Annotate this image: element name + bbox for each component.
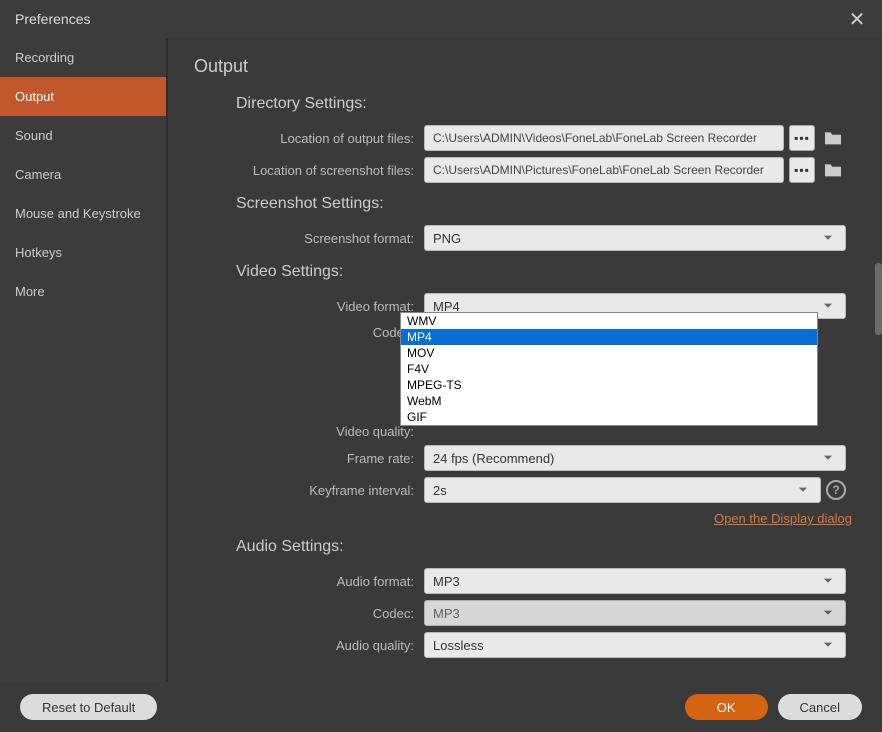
frame-rate-value: 24 fps (Recommend): [433, 451, 554, 466]
screenshot-format-value: PNG: [433, 231, 461, 246]
sidebar-item-sound[interactable]: Sound: [0, 116, 166, 155]
sidebar-item-output[interactable]: Output: [0, 77, 166, 116]
keyframe-interval-select[interactable]: 2s: [424, 477, 821, 503]
keyframe-interval-value: 2s: [433, 483, 447, 498]
display-dialog-link-row: Open the Display dialog: [194, 511, 882, 526]
dropdown-item-wmv[interactable]: WMV: [401, 313, 817, 329]
dropdown-item-mov[interactable]: MOV: [401, 345, 817, 361]
screenshot-path-label: Location of screenshot files:: [194, 163, 424, 178]
frame-rate-label: Frame rate:: [194, 451, 424, 466]
row-frame-rate: Frame rate: 24 fps (Recommend): [194, 445, 882, 471]
chevron-down-icon: [819, 451, 837, 465]
close-icon[interactable]: ✕: [847, 7, 867, 32]
browse-output-path-button[interactable]: ▪▪▪: [789, 125, 815, 151]
audio-codec-select[interactable]: MP3: [424, 600, 846, 626]
sidebar-item-hotkeys[interactable]: Hotkeys: [0, 233, 166, 272]
cancel-button[interactable]: Cancel: [778, 694, 862, 720]
audio-quality-select[interactable]: Lossless: [424, 632, 846, 658]
sidebar-item-more[interactable]: More: [0, 272, 166, 311]
folder-icon: [823, 130, 843, 146]
dropdown-item-gif[interactable]: GIF: [401, 409, 817, 425]
section-screenshot-title: Screenshot Settings:: [236, 195, 882, 213]
audio-quality-value: Lossless: [433, 638, 484, 653]
row-audio-format: Audio format: MP3: [194, 568, 882, 594]
audio-format-label: Audio format:: [194, 574, 424, 589]
open-output-folder-button[interactable]: [820, 125, 846, 151]
sidebar-item-label: Camera: [15, 167, 61, 182]
row-keyframe-interval: Keyframe interval: 2s ?: [194, 477, 882, 503]
scrollbar-thumb[interactable]: [875, 263, 882, 335]
dropdown-item-mpegts[interactable]: MPEG-TS: [401, 377, 817, 393]
page-title: Output: [194, 56, 882, 77]
chevron-down-icon: [819, 231, 837, 245]
section-directory-title: Directory Settings:: [236, 95, 882, 113]
video-format-label: Video format:: [194, 299, 424, 314]
chevron-down-icon: [819, 606, 837, 620]
screenshot-path-input[interactable]: C:\Users\ADMIN\Pictures\FoneLab\FoneLab …: [424, 157, 784, 183]
main-area: Recording Output Sound Camera Mouse and …: [0, 38, 882, 682]
chevron-down-icon: [819, 299, 837, 313]
window-title: Preferences: [15, 11, 90, 27]
sidebar-item-label: Mouse and Keystroke: [15, 206, 141, 221]
sidebar-item-label: Hotkeys: [15, 245, 62, 260]
open-display-dialog-link[interactable]: Open the Display dialog: [714, 511, 852, 526]
chevron-down-icon: [819, 574, 837, 588]
help-icon[interactable]: ?: [826, 480, 846, 500]
screenshot-format-select[interactable]: PNG: [424, 225, 846, 251]
row-screenshot-format: Screenshot format: PNG: [194, 225, 882, 251]
screenshot-format-label: Screenshot format:: [194, 231, 424, 246]
sidebar-item-label: Recording: [15, 50, 74, 65]
video-format-dropdown[interactable]: WMV MP4 MOV F4V MPEG-TS WebM GIF: [400, 312, 818, 426]
dropdown-item-webm[interactable]: WebM: [401, 393, 817, 409]
chevron-down-icon: [819, 638, 837, 652]
sidebar-item-camera[interactable]: Camera: [0, 155, 166, 194]
video-codec-label: Codec:: [194, 325, 424, 340]
section-audio-title: Audio Settings:: [236, 538, 882, 556]
sidebar: Recording Output Sound Camera Mouse and …: [0, 38, 168, 682]
sidebar-item-label: Sound: [15, 128, 53, 143]
row-video-quality: Video quality:: [194, 424, 882, 439]
folder-icon: [823, 162, 843, 178]
audio-format-select[interactable]: MP3: [424, 568, 846, 594]
keyframe-interval-label: Keyframe interval:: [194, 483, 424, 498]
browse-screenshot-path-button[interactable]: ▪▪▪: [789, 157, 815, 183]
dropdown-item-f4v[interactable]: F4V: [401, 361, 817, 377]
audio-codec-value: MP3: [433, 606, 460, 621]
audio-quality-label: Audio quality:: [194, 638, 424, 653]
sidebar-item-label: Output: [15, 89, 54, 104]
audio-codec-label: Codec:: [194, 606, 424, 621]
row-screenshot-path: Location of screenshot files: C:\Users\A…: [194, 157, 882, 183]
row-output-path: Location of output files: C:\Users\ADMIN…: [194, 125, 882, 151]
ok-button[interactable]: OK: [685, 694, 768, 720]
section-video-title: Video Settings:: [236, 263, 882, 281]
sidebar-item-recording[interactable]: Recording: [0, 38, 166, 77]
output-path-label: Location of output files:: [194, 131, 424, 146]
frame-rate-select[interactable]: 24 fps (Recommend): [424, 445, 846, 471]
row-audio-codec: Codec: MP3: [194, 600, 882, 626]
audio-format-value: MP3: [433, 574, 460, 589]
sidebar-item-mouse-keystroke[interactable]: Mouse and Keystroke: [0, 194, 166, 233]
reset-to-default-button[interactable]: Reset to Default: [20, 694, 157, 720]
titlebar: Preferences ✕: [0, 0, 882, 38]
footer: Reset to Default OK Cancel: [0, 682, 882, 732]
content-panel: Output Directory Settings: Location of o…: [168, 38, 882, 682]
row-audio-quality: Audio quality: Lossless: [194, 632, 882, 658]
output-path-input[interactable]: C:\Users\ADMIN\Videos\FoneLab\FoneLab Sc…: [424, 125, 784, 151]
sidebar-item-label: More: [15, 284, 45, 299]
open-screenshot-folder-button[interactable]: [820, 157, 846, 183]
dropdown-item-mp4[interactable]: MP4: [401, 329, 817, 345]
video-quality-label: Video quality:: [194, 424, 424, 439]
chevron-down-icon: [794, 483, 812, 497]
